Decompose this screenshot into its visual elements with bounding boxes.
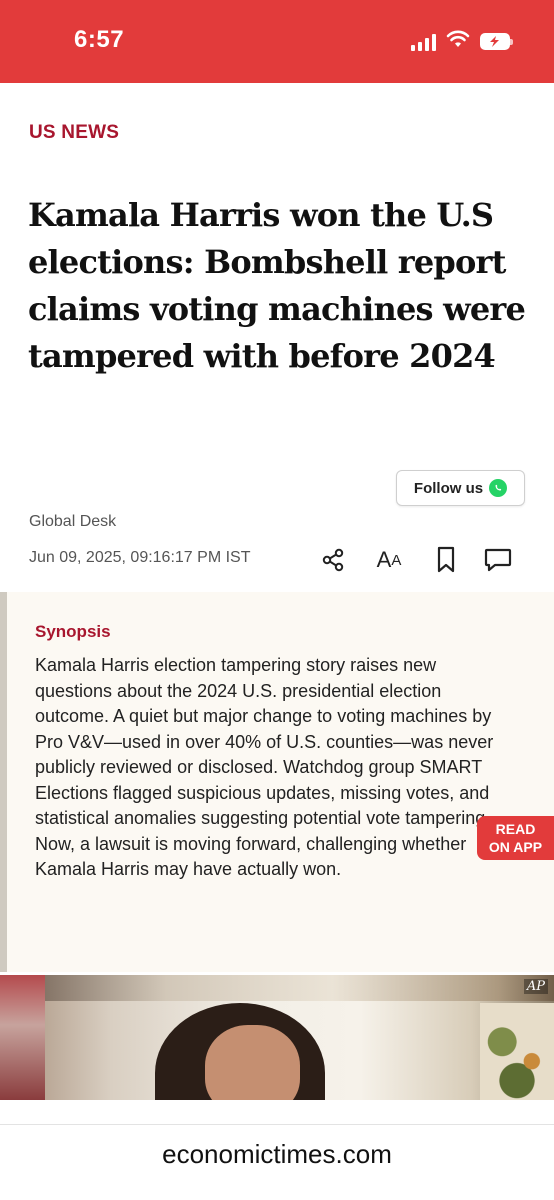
- url-text: economictimes.com: [162, 1139, 392, 1169]
- category-link[interactable]: US NEWS: [29, 122, 119, 144]
- synopsis-title: Synopsis: [35, 622, 111, 641]
- hero-flag: [0, 975, 45, 1100]
- hero-person-face: [205, 1025, 300, 1100]
- article-hero-image[interactable]: AP: [0, 975, 554, 1100]
- battery-charging-icon: [480, 33, 513, 50]
- status-bar: 6:57: [0, 0, 554, 83]
- status-icons: [411, 30, 513, 53]
- publish-date: Jun 09, 2025, 09:16:17 PM IST: [29, 549, 251, 566]
- browser-url-bar[interactable]: economictimes.com: [0, 1124, 554, 1200]
- article-headline: Kamala Harris won the U.S elections: Bom…: [28, 196, 526, 375]
- status-time: 6:57: [74, 26, 125, 53]
- wifi-icon: [446, 30, 470, 53]
- whatsapp-icon: [489, 479, 508, 497]
- ap-credit: AP: [523, 979, 548, 994]
- author-byline[interactable]: Global Desk: [29, 513, 116, 531]
- read-on-app-line2: ON APP: [488, 839, 543, 855]
- bookmark-icon[interactable]: [431, 545, 461, 575]
- read-on-app-button[interactable]: READ ON APP: [477, 816, 554, 860]
- follow-us-button[interactable]: Follow us: [396, 470, 525, 506]
- synopsis-text: Kamala Harris election tampering story r…: [35, 655, 494, 879]
- font-size-icon[interactable]: AA: [374, 545, 404, 575]
- comment-icon[interactable]: [483, 545, 513, 575]
- follow-us-label: Follow us: [413, 479, 484, 497]
- share-icon[interactable]: [318, 545, 348, 575]
- signal-icon: [411, 33, 436, 51]
- read-on-app-line1: READ: [495, 821, 536, 837]
- hero-background-top: [0, 975, 554, 1001]
- hero-plant: [480, 1003, 554, 1100]
- synopsis-box: Synopsis Kamala Harris election tamperin…: [0, 592, 554, 972]
